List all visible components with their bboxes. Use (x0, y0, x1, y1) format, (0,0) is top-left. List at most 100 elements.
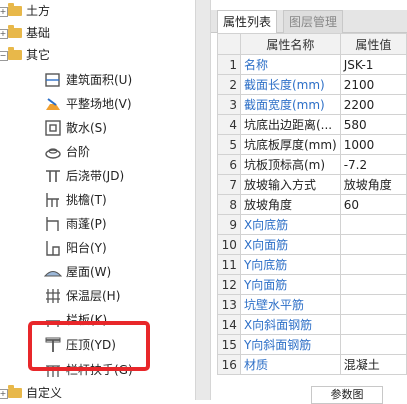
folder-icon (8, 385, 22, 398)
property-name-cell: 放坡角度 (239, 194, 341, 215)
row-index: 11 (217, 254, 241, 275)
property-name-cell: X向斜面钢筋 (239, 314, 341, 335)
expand-icon[interactable]: + (0, 7, 8, 17)
property-name-cell: 名称 (239, 54, 341, 75)
property-value-cell[interactable] (339, 294, 407, 315)
row-index: 8 (217, 194, 241, 215)
row-index: 4 (217, 114, 241, 135)
property-name-cell: Y向面筋 (239, 274, 341, 295)
table-row[interactable]: 9 X向底筋 (217, 214, 407, 235)
header-property-name: 属性名称 (239, 33, 341, 55)
property-value-cell[interactable]: 混凝土 (339, 354, 407, 375)
table-row[interactable]: 12 Y向面筋 (217, 274, 407, 295)
property-name-cell: Y向斜面钢筋 (239, 334, 341, 355)
property-value-cell[interactable]: 2100 (339, 74, 407, 95)
tree-item-label: 基础 (26, 26, 51, 40)
tab-parameter-diagram[interactable]: 参数图 (311, 386, 383, 404)
property-name-cell: 坑底出边距离(... (239, 114, 341, 135)
property-value-cell[interactable]: 1000 (339, 134, 407, 155)
tab-property-list[interactable]: 属性列表 (217, 10, 278, 33)
tree-item-label: 土方 (26, 4, 51, 18)
property-value-cell[interactable]: 60 (339, 194, 407, 215)
property-name-cell: 放坡输入方式 (239, 174, 341, 195)
row-index: 2 (217, 74, 241, 95)
row-index: 16 (217, 354, 241, 375)
building-area-icon (45, 73, 60, 87)
expand-icon[interactable]: + (0, 389, 8, 399)
table-row[interactable]: 3 截面宽度(mm) 2200 (217, 94, 407, 115)
property-name-cell: 截面宽度(mm) (239, 94, 341, 115)
header-index (217, 33, 241, 55)
tree-item-label: 自定义 (26, 386, 63, 400)
table-row[interactable]: 7 放坡输入方式 放坡角度 (217, 174, 407, 195)
component-tree: + 土方 + 基础 − 其它 建筑面积(U) 平整场地(V) 散水(S) 台阶 … (0, 0, 195, 400)
table-row[interactable]: 2 截面长度(mm) 2100 (217, 74, 407, 95)
roof-icon (44, 271, 62, 277)
property-value-cell[interactable]: 放坡角度 (339, 174, 407, 195)
row-index: 6 (217, 154, 241, 175)
tree-item-label: 阳台(Y) (66, 241, 107, 255)
property-value-cell[interactable]: 580 (339, 114, 407, 135)
tree-item-label: 台阶 (66, 145, 91, 159)
steps-icon (45, 148, 61, 159)
tree-item-label: 保温层(H) (66, 289, 121, 303)
table-row[interactable]: 13 坑壁水平筋 (217, 294, 407, 315)
property-name-cell: 坑板顶标高(m) (239, 154, 341, 175)
table-row[interactable]: 14 X向斜面钢筋 (217, 314, 407, 335)
table-row[interactable]: 1 名称 JSK-1 (217, 54, 407, 75)
table-row[interactable]: 5 坑底板厚度(mm) 1000 (217, 134, 407, 155)
property-value-cell[interactable]: 2200 (339, 94, 407, 115)
highlight-annotation-box (28, 321, 150, 371)
property-name-cell: Y向底筋 (239, 254, 341, 275)
row-index: 10 (217, 234, 241, 255)
property-value-cell[interactable] (339, 274, 407, 295)
table-header-row: 属性名称 属性值 (217, 33, 407, 55)
balcony-icon (46, 241, 60, 256)
apron-icon (45, 120, 61, 136)
expand-icon[interactable]: + (0, 29, 8, 39)
tree-item-label: 雨蓬(P) (66, 217, 107, 231)
property-value-cell[interactable]: JSK-1 (339, 54, 407, 75)
property-table: 属性名称 属性值 1 名称 JSK-1 2 截面长度(mm) 2100 3 截面宽度(mm) 2… (217, 33, 407, 375)
table-row[interactable]: 10 X向面筋 (217, 234, 407, 255)
property-name-cell: 坑壁水平筋 (239, 294, 341, 315)
header-property-value: 属性值 (339, 33, 407, 55)
property-value-cell[interactable] (339, 314, 407, 335)
post-cast-strip-icon (46, 170, 60, 182)
table-row[interactable]: 8 放坡角度 60 (217, 194, 407, 215)
collapse-icon[interactable]: − (0, 51, 8, 61)
tab-layer-management[interactable]: 图层管理 (283, 10, 344, 33)
folder-icon (8, 47, 22, 60)
table-row[interactable]: 11 Y向底筋 (217, 254, 407, 275)
insulation-icon (46, 289, 60, 303)
tree-item-label: 平整场地(V) (66, 97, 132, 111)
row-index: 9 (217, 214, 241, 235)
table-row[interactable]: 4 坑底出边距离(... 580 (217, 114, 407, 135)
cornice-icon (46, 193, 59, 207)
property-name-cell: X向底筋 (239, 214, 341, 235)
property-name-cell: X向面筋 (239, 234, 341, 255)
row-index: 3 (217, 94, 241, 115)
property-panel: 属性列表 图层管理 属性名称 属性值 1 名称 JSK-1 2 截面长度(mm) 2100… (211, 0, 407, 404)
property-value-cell[interactable] (339, 254, 407, 275)
panel-tabs: 属性列表 图层管理 (211, 10, 407, 33)
folder-icon (8, 3, 22, 16)
property-value-cell[interactable] (339, 334, 407, 355)
tree-item-label: 后浇带(JD) (66, 169, 125, 183)
table-row[interactable]: 15 Y向斜面钢筋 (217, 334, 407, 355)
row-index: 13 (217, 294, 241, 315)
tree-item-label: 挑檐(T) (66, 193, 107, 207)
property-value-cell[interactable] (339, 234, 407, 255)
row-index: 7 (217, 174, 241, 195)
property-value-cell[interactable] (339, 214, 407, 235)
table-row[interactable]: 16 材质 混凝土 (217, 354, 407, 375)
panel-splitter[interactable] (195, 0, 211, 400)
row-index: 1 (217, 54, 241, 75)
row-index: 12 (217, 274, 241, 295)
table-row[interactable]: 6 坑板顶标高(m) -7.2 (217, 154, 407, 175)
property-value-cell[interactable]: -7.2 (339, 154, 407, 175)
row-index: 15 (217, 334, 241, 355)
row-index: 5 (217, 134, 241, 155)
tree-item-label: 建筑面积(U) (66, 73, 133, 87)
canopy-icon (46, 217, 59, 231)
